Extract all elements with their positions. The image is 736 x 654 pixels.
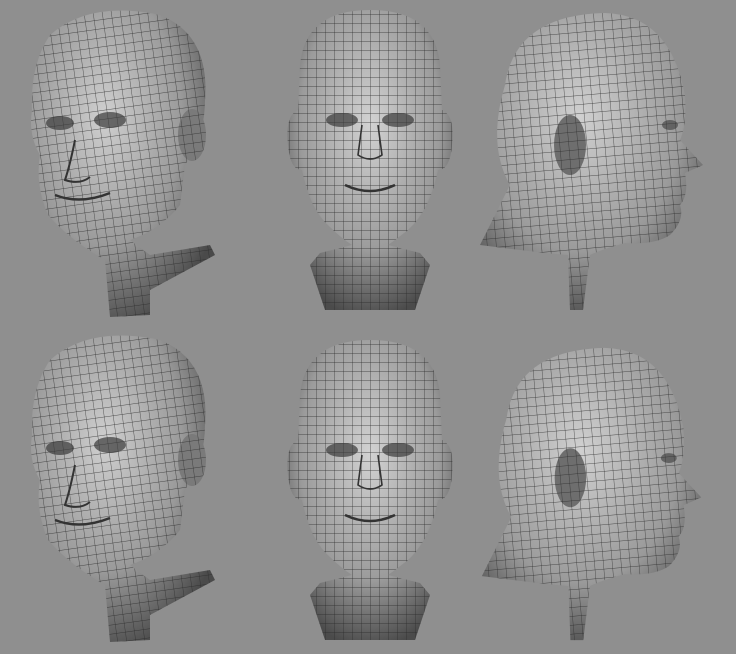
head-render-three-quarter-bottom (10, 330, 240, 645)
head-render-front-bottom (280, 335, 460, 645)
wireframe-head-profile (481, 347, 702, 641)
render-viewport (0, 0, 736, 654)
head-render-front-top (280, 5, 460, 315)
head-render-profile-top (475, 5, 715, 315)
wireframe-head-three-quarter (31, 10, 215, 317)
wireframe-head-three-quarter (31, 335, 215, 642)
head-render-profile-bottom (475, 340, 715, 645)
wireframe-head-front (287, 340, 453, 640)
wireframe-head-front (287, 10, 453, 310)
head-render-three-quarter-top (10, 5, 240, 320)
wireframe-head-profile (480, 13, 703, 310)
